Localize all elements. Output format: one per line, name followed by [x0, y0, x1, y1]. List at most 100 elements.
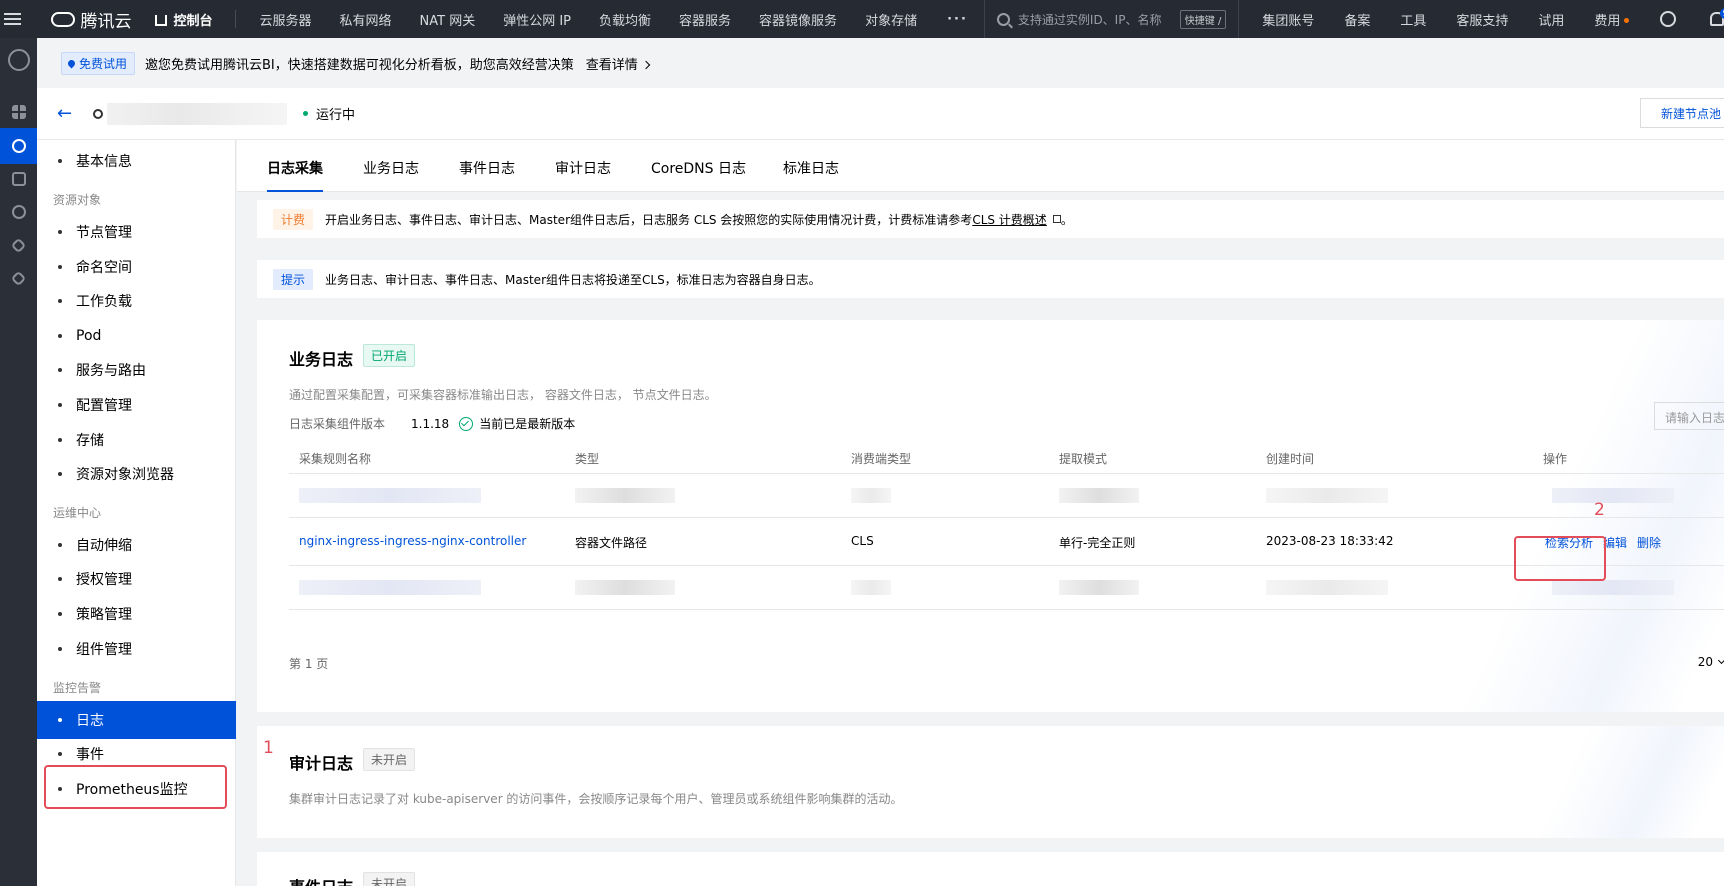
language-icon[interactable]	[1660, 11, 1677, 27]
cluster-name-redacted	[107, 102, 287, 125]
bullet	[58, 368, 62, 372]
menu-authorization[interactable]: 授权管理	[37, 560, 236, 598]
rail-overview[interactable]	[0, 94, 37, 130]
menu-services[interactable]: 服务与路由	[37, 351, 236, 389]
global-search[interactable]: 支持通过实例ID、IP、名称 快捷键 /	[983, 0, 1240, 38]
redacted-cell	[299, 488, 481, 503]
cluster-avatar-icon	[93, 108, 103, 119]
tab-log-collection[interactable]: 日志采集	[267, 158, 323, 192]
nav-support[interactable]: 客服支持	[1441, 10, 1523, 29]
nav-cvm[interactable]: 云服务器	[245, 10, 325, 29]
menu-namespaces[interactable]: 命名空间	[37, 248, 236, 286]
search-icon	[996, 12, 1010, 26]
globe-icon	[7, 49, 30, 71]
group-ops: 运维中心	[53, 506, 102, 520]
audit-log-desc: 集群审计日志记录了对 kube-apiserver 的访问事件，会按顺序记录每个…	[289, 792, 903, 806]
table-row-redacted	[289, 474, 1724, 518]
console-link[interactable]: 控制台	[155, 10, 213, 29]
promo-link[interactable]: 查看详情	[586, 54, 651, 73]
log-rule-search-input[interactable]: 请输入日志	[1654, 402, 1724, 430]
nav-billing[interactable]: 费用	[1579, 10, 1644, 29]
menu-label: 自动伸缩	[76, 538, 132, 554]
menu-basic-info[interactable]: 基本信息	[37, 142, 236, 180]
cloud-icon	[51, 11, 76, 27]
nav-tcr[interactable]: 容器镜像服务	[745, 10, 851, 29]
menu-logs[interactable]: 日志	[37, 701, 236, 739]
rail-mesh[interactable]	[0, 227, 37, 263]
shield-icon	[10, 270, 27, 286]
nav-clb[interactable]: 负载均衡	[585, 10, 665, 29]
bullet	[58, 718, 62, 722]
menu-storage[interactable]: 存储	[37, 421, 236, 459]
rule-consumer: CLS	[851, 534, 874, 548]
free-trial-badge: 免费试用	[61, 51, 136, 75]
billing-tag: 计费	[273, 208, 314, 230]
bullet	[58, 752, 62, 756]
tab-business-log[interactable]: 业务日志	[363, 158, 419, 192]
menu-resource-browser[interactable]: 资源对象浏览器	[37, 455, 236, 493]
event-log-status: 未开启	[363, 872, 416, 886]
nav-tools[interactable]: 工具	[1385, 10, 1441, 29]
edit-link[interactable]: 编辑	[1603, 534, 1627, 551]
menu-icon[interactable]	[0, 0, 25, 38]
rule-name-link[interactable]: nginx-ingress-ingress-nginx-controller	[299, 534, 526, 548]
rail-home[interactable]	[0, 42, 37, 78]
table-row-redacted	[289, 566, 1724, 610]
divider	[234, 10, 236, 28]
pagination: 第 1 页 20	[289, 655, 1724, 672]
rail-ops[interactable]	[0, 260, 37, 296]
nav-trial[interactable]: 试用	[1523, 10, 1579, 29]
menu-label: 节点管理	[76, 225, 132, 241]
annotation-number-2: 2	[1594, 500, 1605, 520]
more-menu-icon[interactable]: ···	[931, 12, 984, 27]
nav-eip[interactable]: 弹性公网 IP	[489, 10, 585, 29]
page-size-select[interactable]: 20	[1698, 655, 1724, 669]
menu-autoscaling[interactable]: 自动伸缩	[37, 526, 236, 564]
nav-vpc[interactable]: 私有网络	[326, 10, 406, 29]
business-log-title: 业务日志	[289, 350, 354, 369]
delete-link[interactable]: 删除	[1637, 534, 1661, 551]
rail-monitor[interactable]	[0, 194, 37, 230]
bullet	[58, 230, 62, 234]
menu-label: 存储	[76, 433, 104, 449]
menu-label: 资源对象浏览器	[76, 467, 174, 483]
back-arrow-icon[interactable]: ←	[57, 103, 77, 124]
nav-tke[interactable]: 容器服务	[665, 10, 745, 29]
col-created: 创建时间	[1266, 452, 1315, 466]
cluster-name	[93, 102, 287, 125]
bell-icon[interactable]: 9	[1710, 8, 1724, 26]
rail-cluster[interactable]	[0, 128, 37, 164]
bullet	[58, 612, 62, 616]
menu-label: 基本信息	[76, 154, 132, 170]
nav-group-account[interactable]: 集团账号	[1247, 10, 1329, 29]
audit-log-status: 未开启	[363, 748, 416, 771]
promo-text: 邀您免费试用腾讯云BI，快速搭建数据可视化分析看板，助您高效经营决策	[145, 57, 574, 73]
menu-workloads[interactable]: 工作负载	[37, 282, 236, 320]
annotation-box-2	[1514, 536, 1606, 581]
tab-audit-log[interactable]: 审计日志	[555, 158, 611, 192]
bullet	[58, 647, 62, 651]
menu-label: 策略管理	[76, 607, 132, 623]
nav-icp[interactable]: 备案	[1329, 10, 1385, 29]
cls-billing-link[interactable]: CLS 计费概述	[972, 211, 1047, 228]
brand-logo[interactable]: 腾讯云	[51, 7, 131, 32]
menu-nodes[interactable]: 节点管理	[37, 213, 236, 251]
nav-cos[interactable]: 对象存储	[851, 10, 931, 29]
business-log-desc: 通过配置采集配置，可采集容器标准输出日志， 容器文件日志， 节点文件日志。	[289, 388, 717, 402]
nav-nat[interactable]: NAT 网关	[406, 10, 490, 29]
bullet	[58, 265, 62, 269]
redacted-cell	[851, 580, 891, 595]
tab-standard-log[interactable]: 标准日志	[783, 158, 839, 192]
menu-config[interactable]: 配置管理	[37, 386, 236, 424]
menu-addons[interactable]: 组件管理	[37, 630, 236, 668]
tab-event-log[interactable]: 事件日志	[459, 158, 515, 192]
tab-coredns-log[interactable]: CoreDNS 日志	[651, 158, 746, 192]
menu-policy[interactable]: 策略管理	[37, 595, 236, 633]
rail-registry[interactable]	[0, 161, 37, 197]
search-input[interactable]: 支持通过实例ID、IP、名称	[1018, 11, 1174, 28]
menu-label: 授权管理	[76, 572, 132, 588]
audit-log-title: 审计日志	[289, 754, 354, 773]
business-log-status: 已开启	[363, 344, 416, 367]
menu-pod[interactable]: Pod	[37, 317, 236, 355]
new-node-pool-button[interactable]: 新建节点池	[1640, 98, 1724, 128]
